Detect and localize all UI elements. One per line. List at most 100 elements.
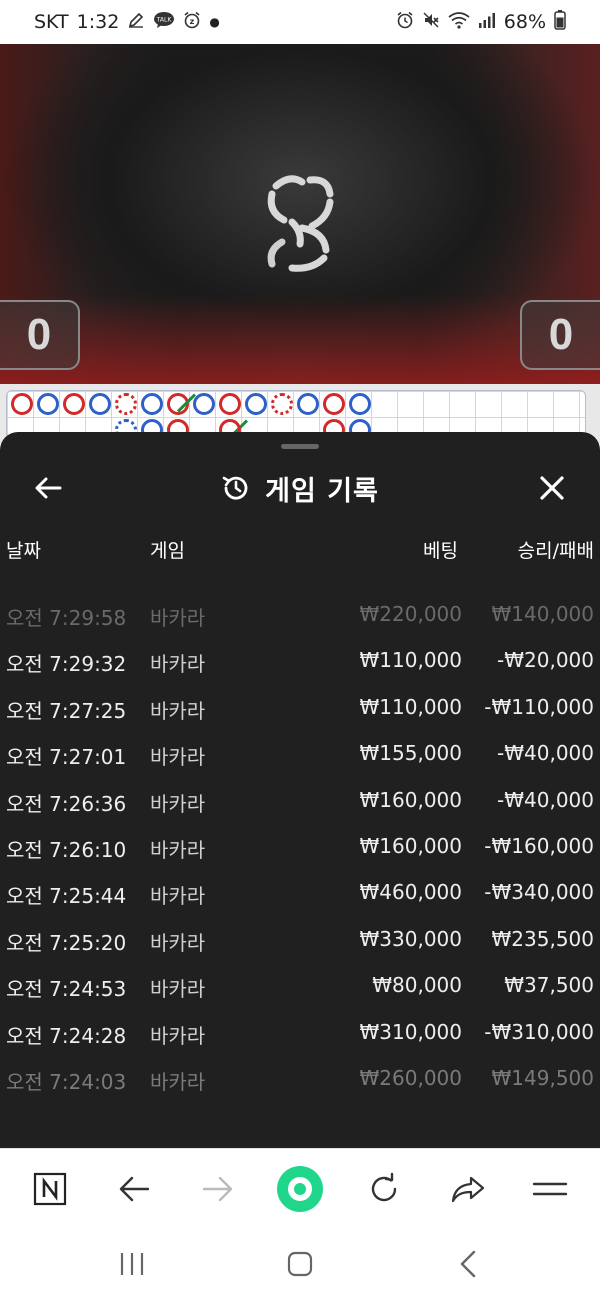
column-header-bet: 베팅 bbox=[423, 540, 458, 562]
row-result: ₩140,000 bbox=[491, 602, 594, 626]
player-score-box: 0 bbox=[0, 300, 80, 370]
row-game: 바카라 bbox=[150, 698, 206, 723]
row-bet: ₩220,000 bbox=[359, 602, 462, 626]
road-mark bbox=[89, 393, 111, 415]
svg-text:TALK: TALK bbox=[156, 16, 173, 23]
row-date: 오전 7:26:36 bbox=[6, 791, 127, 816]
row-game: 바카라 bbox=[150, 606, 206, 630]
history-column-headers: 날짜 게임 베팅 승리/패배 bbox=[0, 536, 600, 566]
history-row[interactable]: 오전 7:29:58 바카라 ₩220,000 ₩140,000 bbox=[0, 594, 600, 640]
recent-apps-button[interactable] bbox=[110, 1242, 154, 1286]
road-mark bbox=[297, 393, 319, 415]
browser-toolbar bbox=[0, 1148, 600, 1228]
row-game: 바카라 bbox=[150, 884, 206, 909]
sheet-title: 게임 기록 bbox=[265, 475, 379, 507]
row-bet: ₩160,000 bbox=[359, 787, 462, 812]
history-row[interactable]: 오전 7:25:44 바카라 ₩460,000 -₩340,000 bbox=[0, 872, 600, 918]
row-game: 바카라 bbox=[150, 652, 206, 677]
green-home-button[interactable] bbox=[276, 1165, 324, 1213]
status-bar-left: SKT 1:32 TALK z ● bbox=[34, 11, 220, 34]
row-game: 바카라 bbox=[150, 791, 206, 816]
row-result: -₩40,000 bbox=[497, 741, 594, 766]
talk-icon: TALK bbox=[153, 11, 175, 34]
status-bar: SKT 1:32 TALK z ● 68% bbox=[0, 0, 600, 44]
forward-arrow-icon bbox=[202, 1176, 233, 1202]
naver-home-button[interactable] bbox=[28, 1167, 72, 1211]
row-game: 바카라 bbox=[150, 1023, 206, 1048]
row-game: 바카라 bbox=[150, 745, 206, 770]
back-button[interactable] bbox=[28, 468, 68, 508]
column-header-game: 게임 bbox=[150, 540, 185, 562]
clock-label: 1:32 bbox=[76, 11, 120, 33]
row-bet: ₩460,000 bbox=[359, 880, 462, 905]
home-button[interactable] bbox=[278, 1242, 322, 1286]
home-icon bbox=[287, 1251, 313, 1277]
history-row[interactable]: 오전 7:24:03 바카라 ₩260,000 ₩149,500 bbox=[0, 1058, 600, 1104]
live-video-area[interactable]: 0 0 bbox=[0, 44, 600, 384]
row-game: 바카라 bbox=[150, 837, 206, 862]
history-row[interactable]: 오전 7:27:25 바카라 ₩110,000 -₩110,000 bbox=[0, 687, 600, 733]
row-game: 바카라 bbox=[150, 930, 206, 955]
mute-icon bbox=[422, 11, 440, 34]
road-mark bbox=[141, 393, 163, 415]
close-icon bbox=[540, 476, 564, 500]
row-date: 오전 7:27:01 bbox=[6, 745, 127, 770]
road-mark bbox=[271, 393, 293, 415]
back-arrow-icon bbox=[119, 1176, 150, 1202]
history-list[interactable]: 오전 7:29:58 바카라 ₩220,000 ₩140,000 오전 7:29… bbox=[0, 594, 600, 1104]
row-result: -₩310,000 bbox=[484, 1019, 594, 1044]
history-row[interactable]: 오전 7:24:28 바카라 ₩310,000 -₩310,000 bbox=[0, 1012, 600, 1058]
back-icon bbox=[460, 1250, 476, 1278]
history-icon bbox=[222, 476, 248, 500]
menu-button[interactable] bbox=[528, 1167, 572, 1211]
row-result: ₩37,500 bbox=[504, 973, 594, 998]
road-mark bbox=[349, 393, 371, 415]
history-row[interactable]: 오전 7:26:36 바카라 ₩160,000 -₩40,000 bbox=[0, 780, 600, 826]
carrier-label: SKT bbox=[34, 11, 69, 33]
battery-icon bbox=[554, 9, 566, 35]
row-bet: ₩260,000 bbox=[359, 1065, 462, 1090]
row-result: ₩149,500 bbox=[491, 1065, 594, 1090]
road-mark bbox=[115, 393, 137, 415]
road-mark bbox=[219, 393, 241, 415]
sheet-drag-handle[interactable] bbox=[281, 444, 319, 449]
row-date: 오전 7:25:20 bbox=[6, 930, 127, 955]
share-button[interactable] bbox=[446, 1167, 490, 1211]
history-row[interactable]: 오전 7:29:32 바카라 ₩110,000 -₩20,000 bbox=[0, 640, 600, 686]
system-back-button[interactable] bbox=[446, 1242, 490, 1286]
sheet-title-group: 게임 기록 bbox=[0, 458, 600, 518]
browser-back-button[interactable] bbox=[112, 1167, 156, 1211]
row-date: 오전 7:24:28 bbox=[6, 1023, 127, 1048]
column-header-date: 날짜 bbox=[6, 540, 41, 562]
arrow-left-icon bbox=[35, 477, 62, 499]
row-date: 오전 7:29:58 bbox=[6, 606, 127, 630]
row-date: 오전 7:25:44 bbox=[6, 884, 127, 909]
status-bar-right: 68% bbox=[396, 9, 566, 35]
history-row[interactable]: 오전 7:24:53 바카라 ₩80,000 ₩37,500 bbox=[0, 965, 600, 1011]
row-result: -₩340,000 bbox=[484, 880, 594, 905]
row-game: 바카라 bbox=[150, 977, 206, 1002]
sheet-header: 게임 기록 bbox=[0, 458, 600, 518]
system-nav-bar bbox=[0, 1228, 600, 1301]
browser-forward-button[interactable] bbox=[196, 1167, 240, 1211]
wifi-icon bbox=[448, 11, 470, 34]
battery-label: 68% bbox=[503, 11, 546, 33]
row-bet: ₩155,000 bbox=[359, 741, 462, 766]
column-header-result: 승리/패배 bbox=[517, 540, 594, 562]
menu-icon bbox=[532, 1182, 568, 1196]
history-row[interactable]: 오전 7:25:20 바카라 ₩330,000 ₩235,500 bbox=[0, 919, 600, 965]
road-mark bbox=[37, 393, 59, 415]
row-result: -₩160,000 bbox=[484, 833, 594, 858]
row-bet: ₩310,000 bbox=[359, 1019, 462, 1044]
svg-text:z: z bbox=[190, 17, 195, 26]
alarm-z-icon: z bbox=[183, 11, 201, 34]
close-button[interactable] bbox=[532, 468, 572, 508]
row-bet: ₩160,000 bbox=[359, 833, 462, 858]
history-row[interactable]: 오전 7:27:01 바카라 ₩155,000 -₩40,000 bbox=[0, 733, 600, 779]
row-date: 오전 7:24:03 bbox=[6, 1069, 127, 1094]
refresh-button[interactable] bbox=[362, 1167, 406, 1211]
recent-apps-icon bbox=[120, 1253, 144, 1275]
game-history-sheet: 게임 기록 날짜 게임 베팅 승리/패배 오전 7:29:58 바카라 ₩220… bbox=[0, 432, 600, 1148]
share-icon bbox=[451, 1176, 485, 1203]
history-row[interactable]: 오전 7:26:10 바카라 ₩160,000 -₩160,000 bbox=[0, 826, 600, 872]
